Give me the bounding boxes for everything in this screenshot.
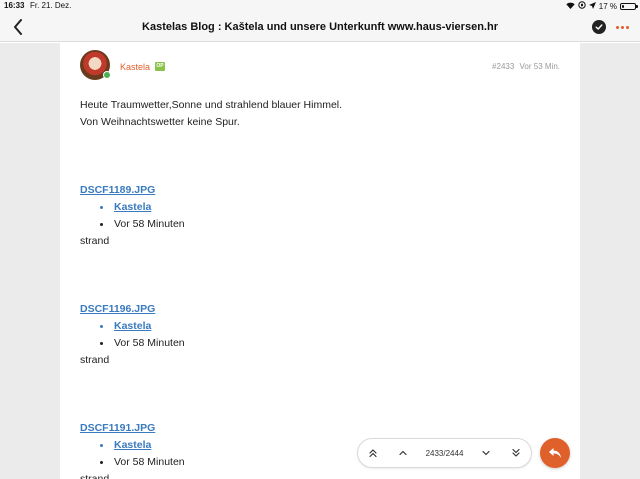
attachment-filename-link[interactable]: DSCF1196.JPG bbox=[80, 301, 380, 318]
attachment-author-link[interactable]: Kastela bbox=[114, 201, 151, 213]
attachment: DSCF1189.JPG Kastela Vor 58 Minuten stra… bbox=[80, 182, 380, 250]
forum-post: Kastela OP #2433 Vor 53 Min. Heute Traum… bbox=[60, 43, 580, 479]
post-body-line: Von Weihnachtswetter keine Spur. bbox=[80, 116, 240, 128]
attachment-meta-list: Kastela Vor 58 Minuten bbox=[100, 318, 380, 352]
attachment-caption: strand bbox=[80, 354, 110, 366]
post-counter[interactable]: 2433/2444 bbox=[418, 449, 471, 458]
chevron-up-icon bbox=[399, 450, 407, 456]
first-post-button[interactable] bbox=[358, 439, 388, 467]
status-bar: 16:33 Fr. 21. Dez. 17 % bbox=[0, 0, 640, 12]
battery-icon bbox=[620, 2, 638, 10]
attachment-filename-link[interactable]: DSCF1189.JPG bbox=[80, 182, 380, 199]
op-badge: OP bbox=[155, 62, 165, 71]
attachment-filename-link[interactable]: DSCF1191.JPG bbox=[80, 420, 380, 437]
last-post-button[interactable] bbox=[501, 439, 531, 467]
navigation-bar: Kastelas Blog : Kaštela und unsere Unter… bbox=[0, 12, 640, 42]
chevron-down-icon bbox=[482, 450, 490, 456]
post-body: Heute Traumwetter,Sonne und strahlend bl… bbox=[80, 97, 342, 131]
post-body-line: Heute Traumwetter,Sonne und strahlend bl… bbox=[80, 99, 343, 111]
list-item: Vor 58 Minuten bbox=[100, 216, 380, 233]
attachment: DSCF1191.JPG Kastela Vor 58 Minuten stra… bbox=[80, 420, 380, 479]
status-time: 16:33 bbox=[4, 1, 25, 10]
attachment-time: Vor 58 Minuten bbox=[114, 337, 185, 349]
back-button[interactable] bbox=[8, 16, 28, 38]
check-icon bbox=[595, 24, 603, 30]
status-indicators: 17 % bbox=[566, 1, 638, 11]
attachment-author-link[interactable]: Kastela bbox=[114, 439, 151, 451]
wifi-icon bbox=[566, 2, 575, 11]
reply-button[interactable] bbox=[540, 438, 570, 468]
post-navigator: 2433/2444 bbox=[357, 438, 532, 468]
attachment-caption: strand bbox=[80, 473, 110, 479]
previous-post-button[interactable] bbox=[388, 439, 418, 467]
battery-percent: 17 % bbox=[598, 1, 617, 11]
reply-arrow-icon bbox=[549, 448, 561, 458]
attachment-time: Vor 58 Minuten bbox=[114, 218, 185, 230]
list-item: Kastela bbox=[100, 318, 380, 335]
attachment-meta-list: Kastela Vor 58 Minuten bbox=[100, 199, 380, 233]
location-icon bbox=[588, 1, 596, 11]
attachment: DSCF1196.JPG Kastela Vor 58 Minuten stra… bbox=[80, 301, 380, 369]
avatar[interactable] bbox=[80, 50, 111, 80]
page-title: Kastelas Blog : Kaštela und unsere Unter… bbox=[142, 21, 498, 33]
more-options-button[interactable] bbox=[614, 20, 630, 34]
attachment-caption: strand bbox=[80, 235, 110, 247]
status-date: Fr. 21. Dez. bbox=[30, 1, 72, 10]
right-margin bbox=[580, 43, 640, 479]
online-status-dot bbox=[103, 71, 111, 79]
chevron-left-icon bbox=[14, 19, 22, 35]
attachment-author-link[interactable]: Kastela bbox=[114, 320, 151, 332]
check-circle-button[interactable] bbox=[592, 20, 606, 34]
list-item: Vor 58 Minuten bbox=[100, 335, 380, 352]
more-dots-icon bbox=[615, 25, 619, 29]
orientation-lock-icon bbox=[578, 1, 586, 11]
post-time: Vor 53 Min. bbox=[519, 62, 560, 71]
attachment-meta-list: Kastela Vor 58 Minuten bbox=[100, 437, 380, 471]
attachment-time: Vor 58 Minuten bbox=[114, 456, 185, 468]
post-author[interactable]: Kastela bbox=[120, 62, 150, 72]
next-post-button[interactable] bbox=[471, 439, 501, 467]
post-number[interactable]: #2433 bbox=[492, 62, 514, 71]
list-item: Vor 58 Minuten bbox=[100, 454, 380, 471]
list-item: Kastela bbox=[100, 199, 380, 216]
double-chevron-up-icon bbox=[369, 449, 377, 458]
list-item: Kastela bbox=[100, 437, 380, 454]
left-margin bbox=[0, 43, 60, 479]
post-meta: #2433 Vor 53 Min. bbox=[489, 62, 560, 71]
double-chevron-down-icon bbox=[512, 448, 520, 457]
